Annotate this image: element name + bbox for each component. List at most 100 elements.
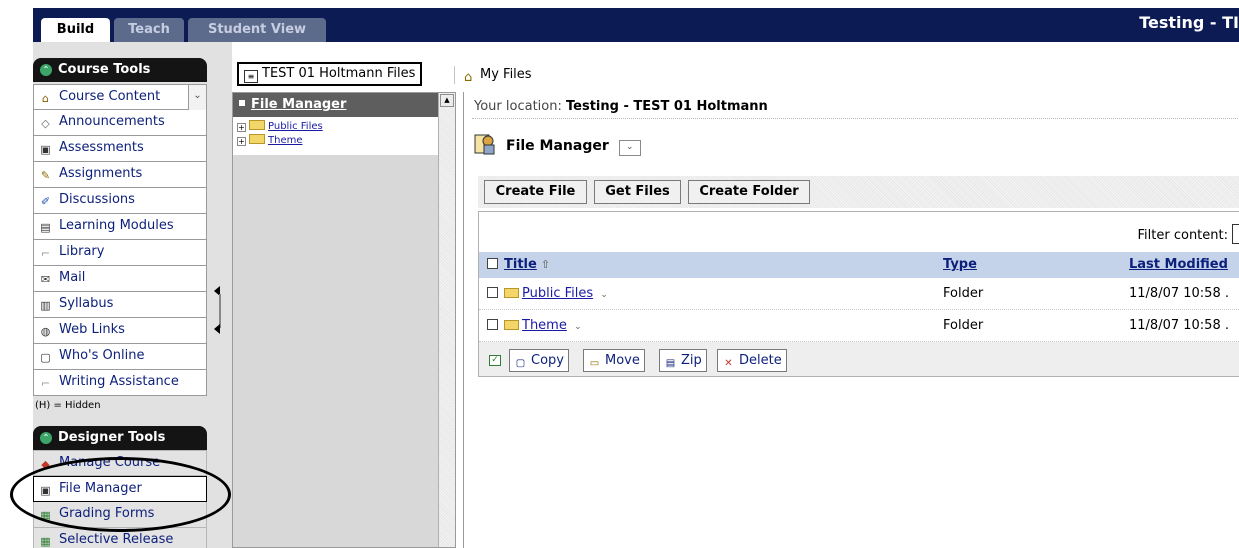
page-title: File Manager ⌄ xyxy=(474,132,641,156)
column-title: Title ⇧ xyxy=(487,252,550,278)
assignment-icon: ✎ xyxy=(40,169,51,182)
tree-scrollbar[interactable]: ▲ xyxy=(438,93,455,547)
row-checkbox[interactable] xyxy=(487,319,498,330)
monitor-icon: ▢ xyxy=(40,351,51,364)
tree-header[interactable]: File Manager xyxy=(233,93,439,117)
tab-divider xyxy=(454,66,455,84)
library-icon: ⌐ xyxy=(40,247,51,260)
my-files-icon: ⌂ xyxy=(464,70,473,85)
sidebar-item-announcements[interactable]: ◇ Announcements xyxy=(33,110,207,136)
splitter-grip[interactable] xyxy=(219,294,221,328)
sidebar-item-writing-assistance[interactable]: ⌐ Writing Assistance xyxy=(33,370,207,396)
sidebar-item-label: Assessments xyxy=(59,140,144,155)
sidebar-item-syllabus[interactable]: ▥ Syllabus xyxy=(33,292,207,318)
file-name-link[interactable]: Theme xyxy=(522,318,567,333)
tree-body: + Public Files + Theme xyxy=(233,117,439,155)
collapse-left-arrow-icon[interactable] xyxy=(214,324,220,334)
module-icon: ▤ xyxy=(40,221,51,234)
scroll-up-icon[interactable]: ▲ xyxy=(440,94,454,107)
sidebar-item-assignments[interactable]: ✎ Assignments xyxy=(33,162,207,188)
collapse-circle-icon[interactable]: ⌃ xyxy=(40,63,52,76)
sidebar-item-whos-online[interactable]: ▢ Who's Online xyxy=(33,344,207,370)
delete-button[interactable]: ✕ Delete xyxy=(717,349,787,372)
tree-header-link[interactable]: File Manager xyxy=(251,97,346,112)
sidebar-item-course-content[interactable]: ⌂ Course Content ⌄ xyxy=(33,84,207,110)
row-title-cell: Theme ⌄ xyxy=(487,310,584,342)
table-row: Public Files ⌄ Folder 11/8/07 10:58 . xyxy=(479,278,1239,310)
tree-node-theme[interactable]: + Theme xyxy=(237,134,303,147)
item-menu-icon[interactable]: ⌄ xyxy=(572,321,584,333)
sidebar-item-learning-modules[interactable]: ▤ Learning Modules xyxy=(33,214,207,240)
sort-asc-icon[interactable]: ⇧ xyxy=(541,258,550,271)
sidebar-item-discussions[interactable]: ✐ Discussions xyxy=(33,188,207,214)
designer-tools-title: Designer Tools xyxy=(58,430,166,445)
sidebar-item-assessments[interactable]: ▣ Assessments xyxy=(33,136,207,162)
collapse-circle-icon[interactable]: ⌃ xyxy=(40,431,52,444)
item-menu-icon[interactable]: ⌄ xyxy=(598,289,610,301)
copy-icon: ▢ xyxy=(515,358,526,369)
zip-label: Zip xyxy=(681,353,702,368)
sort-type-link[interactable]: Type xyxy=(943,257,977,272)
row-modified-cell: 11/8/07 10:58 . xyxy=(1129,318,1229,333)
folder-icon xyxy=(249,120,265,130)
tab-label: My Files xyxy=(480,67,532,82)
copy-button[interactable]: ▢ Copy xyxy=(509,349,569,372)
release-icon: ▦ xyxy=(40,535,51,548)
globe-icon: ◍ xyxy=(40,325,51,338)
tree-node-label[interactable]: Public Files xyxy=(268,121,323,132)
row-title-cell: Public Files ⌄ xyxy=(487,278,610,310)
tab-my-files[interactable]: ⌂ My Files xyxy=(464,64,532,86)
sidebar-item-label: Web Links xyxy=(59,322,125,337)
title-menu-button[interactable]: ⌄ xyxy=(618,140,641,156)
sidebar-item-library[interactable]: ⌐ Library xyxy=(33,240,207,266)
collapse-menu-button[interactable]: ⌄ xyxy=(188,85,206,110)
row-modified-cell: 11/8/07 10:58 . xyxy=(1129,286,1229,301)
create-file-button[interactable]: Create File xyxy=(484,180,587,204)
sidebar-item-label: Selective Release xyxy=(59,532,174,547)
zip-button[interactable]: ▤ Zip xyxy=(659,349,707,372)
tab-student-view[interactable]: Student View xyxy=(188,18,326,42)
breadcrumb: Your location: Testing - TEST 01 Holtman… xyxy=(474,99,768,114)
filter-label: Filter content: xyxy=(1137,228,1228,243)
file-area-tabs: ≡ TEST 01 Holtmann Files ⌂ My Files xyxy=(232,42,1239,92)
tab-course-files[interactable]: ≡ TEST 01 Holtmann Files xyxy=(237,62,423,86)
sidebar-item-mail[interactable]: ✉ Mail xyxy=(33,266,207,292)
file-name-link[interactable]: Public Files xyxy=(522,286,593,301)
filter-input[interactable] xyxy=(1232,224,1239,244)
designer-tools-header[interactable]: ⌃ Designer Tools xyxy=(33,426,207,450)
row-checkbox[interactable] xyxy=(487,287,498,298)
expand-icon[interactable]: + xyxy=(237,137,246,146)
sidebar-item-label: Course Content xyxy=(59,89,161,104)
create-folder-button[interactable]: Create Folder xyxy=(688,180,810,204)
expand-icon[interactable]: + xyxy=(237,123,246,132)
file-manager-icon: ≡ xyxy=(244,70,258,83)
folder-icon xyxy=(504,288,519,298)
divider xyxy=(472,118,1239,119)
delete-icon: ✕ xyxy=(724,358,733,369)
location-value: Testing - TEST 01 Holtmann xyxy=(566,99,768,114)
pushpin-icon: ✐ xyxy=(40,195,51,208)
sort-modified-link[interactable]: Last Modified xyxy=(1129,257,1228,272)
delete-label: Delete xyxy=(739,353,782,368)
column-type: Type xyxy=(943,252,977,278)
table-row: Theme ⌄ Folder 11/8/07 10:58 . xyxy=(479,310,1239,342)
sidebar-item-web-links[interactable]: ◍ Web Links xyxy=(33,318,207,344)
get-files-button[interactable]: Get Files xyxy=(594,180,681,204)
course-title: Testing - TI xyxy=(1139,13,1239,32)
course-tools-header[interactable]: ⌃ Course Tools xyxy=(33,58,207,82)
copy-label: Copy xyxy=(531,353,564,368)
mail-icon: ✉ xyxy=(40,273,51,286)
move-label: Move xyxy=(605,353,640,368)
sort-title-link[interactable]: Title xyxy=(504,257,537,272)
tree-node-label[interactable]: Theme xyxy=(268,135,303,146)
tab-build[interactable]: Build xyxy=(41,18,110,42)
zip-icon: ▤ xyxy=(665,358,676,369)
file-manager-icon xyxy=(474,132,496,156)
sidebar-item-label: Writing Assistance xyxy=(59,374,179,389)
sidebar-item-label: Mail xyxy=(59,270,86,285)
select-all-checkbox[interactable] xyxy=(487,258,498,269)
move-button[interactable]: ▭ Move xyxy=(583,349,645,372)
main-content: Your location: Testing - TEST 01 Holtman… xyxy=(463,92,1239,548)
tree-node-public-files[interactable]: + Public Files xyxy=(237,120,323,133)
tab-teach[interactable]: Teach xyxy=(114,18,184,42)
